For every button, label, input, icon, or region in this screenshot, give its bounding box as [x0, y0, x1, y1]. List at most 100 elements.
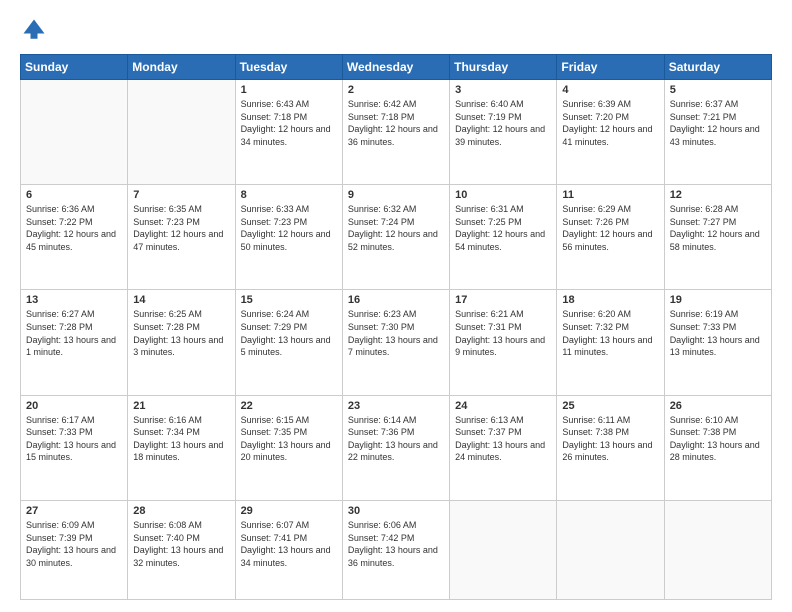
day-number: 1 — [241, 84, 337, 96]
weekday-header-sunday: Sunday — [21, 55, 128, 80]
day-info: Sunrise: 6:25 AMSunset: 7:28 PMDaylight:… — [133, 308, 229, 358]
day-number: 30 — [348, 505, 444, 517]
weekday-header-friday: Friday — [557, 55, 664, 80]
day-info: Sunrise: 6:13 AMSunset: 7:37 PMDaylight:… — [455, 414, 551, 464]
day-info: Sunrise: 6:11 AMSunset: 7:38 PMDaylight:… — [562, 414, 658, 464]
day-info: Sunrise: 6:43 AMSunset: 7:18 PMDaylight:… — [241, 98, 337, 148]
day-number: 20 — [26, 400, 122, 412]
day-info: Sunrise: 6:20 AMSunset: 7:32 PMDaylight:… — [562, 308, 658, 358]
day-cell: 13 Sunrise: 6:27 AMSunset: 7:28 PMDayligh… — [21, 290, 128, 395]
week-row-2: 6 Sunrise: 6:36 AMSunset: 7:22 PMDaylight… — [21, 185, 772, 290]
day-info: Sunrise: 6:39 AMSunset: 7:20 PMDaylight:… — [562, 98, 658, 148]
day-cell: 18 Sunrise: 6:20 AMSunset: 7:32 PMDayligh… — [557, 290, 664, 395]
day-cell: 5Sunrise: 6:37 AMSunset: 7:21 PMDaylight… — [664, 80, 771, 185]
day-cell: 23 Sunrise: 6:14 AMSunset: 7:36 PMDayligh… — [342, 395, 449, 500]
weekday-header-tuesday: Tuesday — [235, 55, 342, 80]
day-cell: 4 Sunrise: 6:39 AMSunset: 7:20 PMDaylight… — [557, 80, 664, 185]
day-info: Sunrise: 6:35 AMSunset: 7:23 PMDaylight:… — [133, 203, 229, 253]
day-cell: 9 Sunrise: 6:32 AMSunset: 7:24 PMDaylight… — [342, 185, 449, 290]
day-info: Sunrise: 6:29 AMSunset: 7:26 PMDaylight:… — [562, 203, 658, 253]
day-number: 13 — [26, 294, 122, 306]
weekday-header-wednesday: Wednesday — [342, 55, 449, 80]
day-number: 25 — [562, 400, 658, 412]
day-info: Sunrise: 6:07 AMSunset: 7:41 PMDaylight:… — [241, 519, 337, 569]
day-cell — [450, 500, 557, 599]
day-cell: 29Sunrise: 6:07 AMSunset: 7:41 PMDayligh… — [235, 500, 342, 599]
day-cell: 8 Sunrise: 6:33 AMSunset: 7:23 PMDaylight… — [235, 185, 342, 290]
day-info: Sunrise: 6:09 AMSunset: 7:39 PMDaylight:… — [26, 519, 122, 569]
day-cell: 7 Sunrise: 6:35 AMSunset: 7:23 PMDaylight… — [128, 185, 235, 290]
day-info: Sunrise: 6:31 AMSunset: 7:25 PMDaylight:… — [455, 203, 551, 253]
day-number: 11 — [562, 189, 658, 201]
day-cell — [664, 500, 771, 599]
week-row-1: 1 Sunrise: 6:43 AMSunset: 7:18 PMDaylight… — [21, 80, 772, 185]
day-number: 18 — [562, 294, 658, 306]
day-info: Sunrise: 6:14 AMSunset: 7:36 PMDaylight:… — [348, 414, 444, 464]
day-number: 27 — [26, 505, 122, 517]
day-number: 12 — [670, 189, 766, 201]
day-number: 23 — [348, 400, 444, 412]
day-cell: 30 Sunrise: 6:06 AMSunset: 7:42 PMDayligh… — [342, 500, 449, 599]
day-info: Sunrise: 6:33 AMSunset: 7:23 PMDaylight:… — [241, 203, 337, 253]
calendar-table: SundayMondayTuesdayWednesdayThursdayFrid… — [20, 54, 772, 600]
day-info: Sunrise: 6:23 AMSunset: 7:30 PMDaylight:… — [348, 308, 444, 358]
day-cell: 17 Sunrise: 6:21 AMSunset: 7:31 PMDayligh… — [450, 290, 557, 395]
day-cell: 24 Sunrise: 6:13 AMSunset: 7:37 PMDayligh… — [450, 395, 557, 500]
day-cell: 16 Sunrise: 6:23 AMSunset: 7:30 PMDayligh… — [342, 290, 449, 395]
day-number: 9 — [348, 189, 444, 201]
day-info: Sunrise: 6:36 AMSunset: 7:22 PMDaylight:… — [26, 203, 122, 253]
weekday-header-saturday: Saturday — [664, 55, 771, 80]
day-number: 28 — [133, 505, 229, 517]
day-number: 10 — [455, 189, 551, 201]
week-row-4: 20Sunrise: 6:17 AMSunset: 7:33 PMDayligh… — [21, 395, 772, 500]
day-number: 14 — [133, 294, 229, 306]
day-cell: 15 Sunrise: 6:24 AMSunset: 7:29 PMDayligh… — [235, 290, 342, 395]
day-cell: 12 Sunrise: 6:28 AMSunset: 7:27 PMDayligh… — [664, 185, 771, 290]
week-row-3: 13 Sunrise: 6:27 AMSunset: 7:28 PMDayligh… — [21, 290, 772, 395]
logo-icon — [20, 16, 48, 44]
day-info: Sunrise: 6:32 AMSunset: 7:24 PMDaylight:… — [348, 203, 444, 253]
day-cell: 14 Sunrise: 6:25 AMSunset: 7:28 PMDayligh… — [128, 290, 235, 395]
day-info: Sunrise: 6:19 AMSunset: 7:33 PMDaylight:… — [670, 308, 766, 358]
day-cell — [21, 80, 128, 185]
day-number: 24 — [455, 400, 551, 412]
day-cell: 19 Sunrise: 6:19 AMSunset: 7:33 PMDayligh… — [664, 290, 771, 395]
week-row-5: 27 Sunrise: 6:09 AMSunset: 7:39 PMDayligh… — [21, 500, 772, 599]
logo — [20, 16, 52, 44]
day-info: Sunrise: 6:27 AMSunset: 7:28 PMDaylight:… — [26, 308, 122, 358]
day-info: Sunrise: 6:15 AMSunset: 7:35 PMDaylight:… — [241, 414, 337, 464]
day-cell: 21 Sunrise: 6:16 AMSunset: 7:34 PMDayligh… — [128, 395, 235, 500]
day-info: Sunrise: 6:28 AMSunset: 7:27 PMDaylight:… — [670, 203, 766, 253]
day-info: Sunrise: 6:40 AMSunset: 7:19 PMDaylight:… — [455, 98, 551, 148]
day-number: 17 — [455, 294, 551, 306]
day-info: Sunrise: 6:06 AMSunset: 7:42 PMDaylight:… — [348, 519, 444, 569]
day-cell — [128, 80, 235, 185]
day-cell — [557, 500, 664, 599]
day-number: 3 — [455, 84, 551, 96]
day-number: 16 — [348, 294, 444, 306]
day-cell: 1 Sunrise: 6:43 AMSunset: 7:18 PMDaylight… — [235, 80, 342, 185]
day-number: 4 — [562, 84, 658, 96]
day-cell: 6 Sunrise: 6:36 AMSunset: 7:22 PMDaylight… — [21, 185, 128, 290]
day-number: 15 — [241, 294, 337, 306]
day-number: 7 — [133, 189, 229, 201]
weekday-header-monday: Monday — [128, 55, 235, 80]
day-number: 19 — [670, 294, 766, 306]
day-cell: 22 Sunrise: 6:15 AMSunset: 7:35 PMDayligh… — [235, 395, 342, 500]
day-number: 8 — [241, 189, 337, 201]
weekday-header-thursday: Thursday — [450, 55, 557, 80]
day-number: 21 — [133, 400, 229, 412]
day-number: 22 — [241, 400, 337, 412]
weekday-header-row: SundayMondayTuesdayWednesdayThursdayFrid… — [21, 55, 772, 80]
day-cell: 26Sunrise: 6:10 AMSunset: 7:38 PMDayligh… — [664, 395, 771, 500]
header — [20, 16, 772, 44]
day-info: Sunrise: 6:16 AMSunset: 7:34 PMDaylight:… — [133, 414, 229, 464]
day-info: Sunrise: 6:21 AMSunset: 7:31 PMDaylight:… — [455, 308, 551, 358]
day-number: 26 — [670, 400, 766, 412]
day-info: Sunrise: 6:24 AMSunset: 7:29 PMDaylight:… — [241, 308, 337, 358]
day-cell: 11 Sunrise: 6:29 AMSunset: 7:26 PMDayligh… — [557, 185, 664, 290]
day-number: 6 — [26, 189, 122, 201]
day-number: 2 — [348, 84, 444, 96]
day-cell: 3 Sunrise: 6:40 AMSunset: 7:19 PMDaylight… — [450, 80, 557, 185]
day-cell: 2Sunrise: 6:42 AMSunset: 7:18 PMDaylight… — [342, 80, 449, 185]
